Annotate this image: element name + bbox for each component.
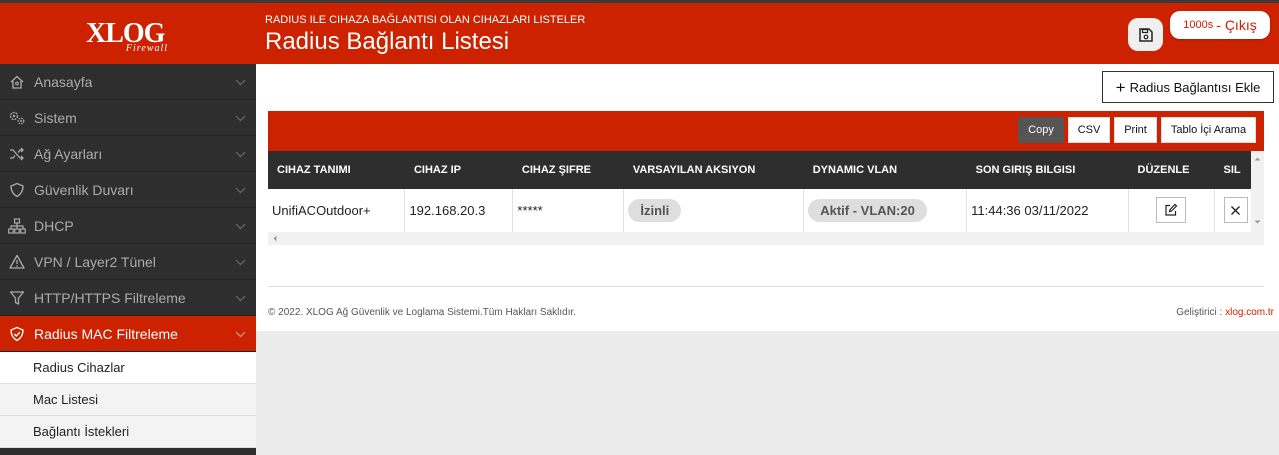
sidebar-subitem-radius-cihazlar[interactable]: Radius Cihazlar xyxy=(0,352,256,384)
scroll-left-icon xyxy=(273,235,277,242)
save-button[interactable] xyxy=(1128,18,1163,51)
logo-subtitle: Firewall xyxy=(125,42,168,54)
shield-icon xyxy=(8,181,26,199)
sidebar-item-label: Anasayfa xyxy=(34,73,93,90)
scroll-down-icon xyxy=(1254,220,1261,224)
sidebar-subitem-mac-listesi[interactable]: Mac Listesi xyxy=(0,384,256,416)
sidebar-item-label: DHCP xyxy=(34,217,74,234)
chevron-down-icon xyxy=(235,151,246,158)
sidebar-item-vpn[interactable]: VPN / Layer2 Tünel xyxy=(0,244,256,280)
developer-link[interactable]: xlog.com.tr xyxy=(1225,307,1274,318)
logo[interactable]: XLOG Firewall xyxy=(0,3,256,64)
sidebar-item-dhcp[interactable]: DHCP xyxy=(0,208,256,244)
sidebar-item-ag-ayarlari[interactable]: Ağ Ayarları xyxy=(0,136,256,172)
sidebar: Anasayfa Sistem Ağ Ayarları Güvenlik Duv… xyxy=(0,64,256,455)
column-header[interactable]: CIHAZ TANIMI xyxy=(268,151,405,189)
close-icon xyxy=(1231,205,1241,215)
chevron-down-icon xyxy=(235,187,246,194)
logout-button[interactable]: 1000s - Çıkış xyxy=(1170,11,1270,39)
add-button-label: Radius Bağlantısı Ekle xyxy=(1129,79,1261,95)
table-row: UnifiACOutdoor+ 192.168.20.3 ***** İzinl… xyxy=(268,189,1262,233)
home-icon xyxy=(8,73,26,91)
chevron-down-icon xyxy=(235,79,246,86)
shuffle-icon xyxy=(8,145,26,163)
cell-device-name: UnifiACOutdoor+ xyxy=(268,189,406,233)
cell-device-ip: 192.168.20.3 xyxy=(404,189,514,233)
column-header[interactable]: CIHAZ IP xyxy=(404,151,513,189)
cell-dynamic-vlan: Aktif - VLAN:20 xyxy=(803,189,968,233)
chevron-down-icon xyxy=(235,115,246,122)
cell-last-login: 11:44:36 03/11/2022 xyxy=(966,189,1130,233)
sidebar-item-label: Güvenlik Duvarı xyxy=(34,181,134,198)
sidebar-item-sistem[interactable]: Sistem xyxy=(0,100,256,136)
chevron-down-icon xyxy=(235,259,246,266)
edit-button[interactable] xyxy=(1156,197,1187,224)
session-counter: 1000s xyxy=(1183,19,1214,31)
csv-button[interactable]: CSV xyxy=(1068,117,1110,143)
sidebar-item-label: Radius MAC Filtreleme xyxy=(34,325,178,342)
scroll-up-icon xyxy=(1254,157,1261,161)
table-header-row: CIHAZ TANIMI CIHAZ IP CIHAZ ŞIFRE VARSAY… xyxy=(268,151,1261,189)
cell-default-action: İzinli xyxy=(623,189,805,233)
copy-button[interactable]: Copy xyxy=(1018,117,1064,143)
table-toolbar: Copy CSV Print Tablo İçi Arama xyxy=(268,111,1264,151)
column-header[interactable]: DYNAMIC VLAN xyxy=(803,151,967,189)
action-badge: İzinli xyxy=(628,198,682,222)
horizontal-scrollbar[interactable] xyxy=(268,232,1261,245)
developer-label: Geliştirici : xyxy=(1176,307,1223,318)
table-container: CIHAZ TANIMI CIHAZ IP CIHAZ ŞIFRE VARSAY… xyxy=(268,151,1264,245)
column-header[interactable]: CIHAZ ŞIFRE xyxy=(512,151,624,189)
table-search-button[interactable]: Tablo İçi Arama xyxy=(1161,117,1256,143)
vlan-badge: Aktif - VLAN:20 xyxy=(808,198,927,222)
sidebar-item-http-filtreleme[interactable]: HTTP/HTTPS Filtreleme xyxy=(0,280,256,316)
vertical-scrollbar[interactable] xyxy=(1251,151,1264,245)
column-header[interactable]: VARSAYILAN AKSIYON xyxy=(623,151,804,189)
gears-icon xyxy=(8,109,26,127)
warning-icon xyxy=(8,253,26,271)
page-subtitle: RADIUS ILE CIHAZA BAĞLANTISI OLAN CIHAZL… xyxy=(265,14,586,26)
sidebar-item-guvenlik-duvari[interactable]: Güvenlik Duvarı xyxy=(0,172,256,208)
plus-icon: + xyxy=(1115,77,1126,97)
add-radius-connection-button[interactable]: + Radius Bağlantısı Ekle xyxy=(1102,71,1274,103)
radius-connections-table: CIHAZ TANIMI CIHAZ IP CIHAZ ŞIFRE VARSAY… xyxy=(268,151,1262,233)
sidebar-item-label: HTTP/HTTPS Filtreleme xyxy=(34,289,186,306)
logout-label: - Çıkış xyxy=(1216,17,1257,33)
sidebar-item-label: Ağ Ayarları xyxy=(34,145,103,162)
floppy-disk-icon xyxy=(1138,27,1153,42)
sidebar-item-label: VPN / Layer2 Tünel xyxy=(34,253,156,270)
delete-button[interactable] xyxy=(1223,197,1248,224)
chevron-down-icon xyxy=(235,331,246,338)
edit-icon xyxy=(1165,203,1178,216)
main-content: + Radius Bağlantısı Ekle Copy CSV Print … xyxy=(256,64,1279,331)
sidebar-subitem-baglanti-istekleri[interactable]: Bağlantı İstekleri xyxy=(0,416,256,448)
cell-edit xyxy=(1128,189,1215,233)
network-icon xyxy=(8,217,26,235)
sidebar-item-anasayfa[interactable]: Anasayfa xyxy=(0,64,256,100)
shield-check-icon xyxy=(8,325,26,343)
footer-divider xyxy=(268,286,1264,287)
chevron-down-icon xyxy=(235,223,246,230)
filter-icon xyxy=(8,289,26,307)
sidebar-item-label: Sistem xyxy=(34,109,77,126)
cell-device-password: ***** xyxy=(512,189,625,233)
column-header[interactable]: SON GIRIŞ BILGISI xyxy=(966,151,1129,189)
page-title: Radius Bağlantı Listesi xyxy=(265,28,510,55)
footer-copyright: © 2022. XLOG Ağ Güvenlik ve Loglama Sist… xyxy=(268,307,577,318)
sidebar-item-radius-mac-filtreleme[interactable]: Radius MAC Filtreleme xyxy=(0,316,256,352)
print-button[interactable]: Print xyxy=(1114,117,1157,143)
header: XLOG Firewall RADIUS ILE CIHAZA BAĞLANTI… xyxy=(0,3,1279,64)
chevron-down-icon xyxy=(235,295,246,302)
column-header[interactable]: DÜZENLE xyxy=(1128,151,1215,189)
footer-developer: Geliştirici : xlog.com.tr xyxy=(1176,307,1274,318)
